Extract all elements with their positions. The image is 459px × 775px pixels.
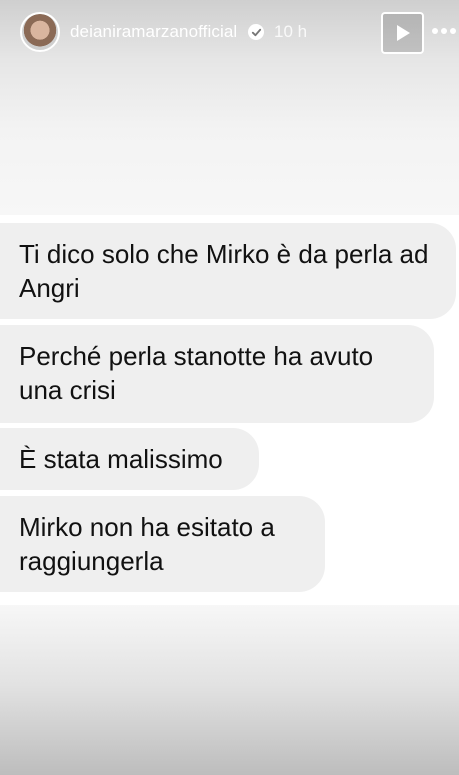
story-viewer: deianiramarzanofficial 10 h Ti dico solo… (0, 0, 459, 775)
more-icon[interactable] (432, 16, 459, 46)
play-button[interactable] (381, 12, 424, 54)
more-dot (450, 28, 456, 34)
verified-badge-icon (248, 24, 264, 40)
post-time: 10 h (274, 22, 308, 41)
message-bubble: Ti dico solo che Mirko è da perla ad Ang… (0, 223, 456, 319)
username[interactable]: deianiramarzanofficial (70, 22, 237, 42)
bottom-shade (0, 605, 459, 775)
message-bubble: Mirko non ha esitato a raggiungerla (0, 496, 325, 592)
message-bubble: È stata malissimo (0, 428, 259, 490)
more-dot (432, 28, 438, 34)
more-dot (441, 28, 447, 34)
story-header: deianiramarzanofficial 10 h (0, 0, 459, 62)
play-icon (396, 25, 410, 41)
message-bubble: Perché perla stanotte ha avuto una crisi (0, 325, 434, 423)
checkmark-icon (251, 28, 261, 36)
avatar[interactable] (20, 12, 60, 52)
